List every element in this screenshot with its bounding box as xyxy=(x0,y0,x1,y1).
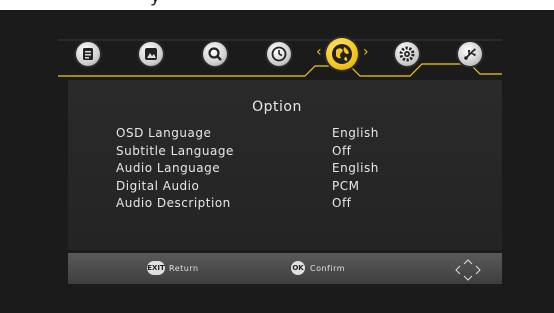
option-value[interactable]: Off xyxy=(332,144,351,158)
tab-picture[interactable] xyxy=(139,42,163,66)
confirm-hint: Confirm xyxy=(310,264,346,273)
option-value[interactable]: English xyxy=(332,126,379,140)
top-bezel-strip: y xyxy=(0,0,554,10)
clock-icon xyxy=(271,46,287,62)
picture-icon xyxy=(145,48,157,60)
tab-option[interactable] xyxy=(326,38,358,70)
return-hint: Return xyxy=(169,264,199,273)
tab-time[interactable] xyxy=(267,42,291,66)
page-title: Option xyxy=(252,99,302,115)
tab-system[interactable] xyxy=(395,42,419,66)
tab-channel-search[interactable] xyxy=(203,42,227,66)
cropped-text-fragment: y xyxy=(150,0,161,7)
menu-tab-bar: ‹ › xyxy=(50,30,502,82)
exit-key-icon: EXIT xyxy=(147,261,165,275)
magnifier-icon xyxy=(208,47,222,61)
option-label: OSD Language xyxy=(116,126,212,140)
list-icon xyxy=(83,48,93,60)
ok-key-icon: OK xyxy=(291,261,305,275)
chevron-left-icon: ‹ xyxy=(316,44,322,60)
gear-icon xyxy=(399,46,415,62)
option-value[interactable]: PCM xyxy=(332,179,359,193)
option-label: Audio Language xyxy=(116,161,221,175)
option-label: Subtitle Language xyxy=(116,144,234,158)
help-bar xyxy=(68,253,502,284)
tab-channel-manager[interactable] xyxy=(76,42,100,66)
option-label: Digital Audio xyxy=(116,179,200,193)
navigation-arrows-icon xyxy=(455,259,481,281)
option-value[interactable]: Off xyxy=(332,196,351,210)
usb-icon xyxy=(464,48,476,60)
globe-icon xyxy=(332,44,352,64)
tab-usb[interactable] xyxy=(458,42,482,66)
option-value[interactable]: English xyxy=(332,161,379,175)
option-label: Audio Description xyxy=(116,196,231,210)
chevron-right-icon: › xyxy=(363,44,369,60)
